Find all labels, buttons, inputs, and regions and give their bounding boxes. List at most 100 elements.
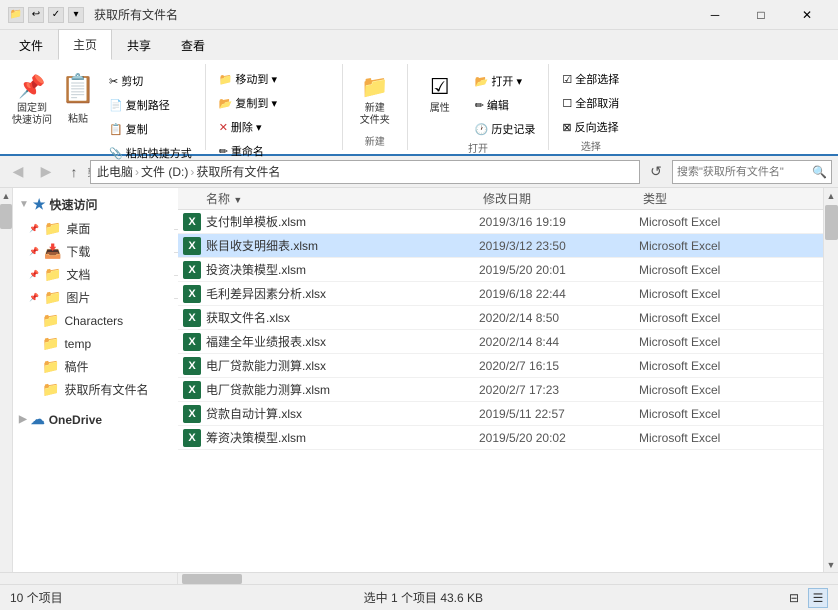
paste-button[interactable]: 📋 bbox=[58, 70, 98, 108]
file-date: 2019/3/16 19:19 bbox=[479, 215, 639, 229]
tab-file[interactable]: 文件 bbox=[4, 30, 58, 60]
copy-to-button[interactable]: 📂 复制到 ▾ bbox=[214, 92, 334, 114]
forward-button: ▶ bbox=[34, 160, 58, 184]
sidebar-item-pictures[interactable]: 📌 📁 图片 → bbox=[13, 286, 190, 309]
sidebar: ▼ ★ 快速访问 📌 📁 桌面 → 📌 📥 下载 → 📌 📁 文档 → bbox=[13, 188, 191, 572]
sidebar-label-getfilenames: 获取所有文件名 bbox=[64, 381, 148, 398]
sidebar-item-characters[interactable]: 📁 Characters bbox=[13, 309, 190, 332]
file-type: Microsoft Excel bbox=[639, 215, 819, 229]
file-name: 账目收支明细表.xlsm bbox=[206, 237, 479, 254]
pin-icon: 📌 bbox=[16, 71, 48, 103]
excel-icon bbox=[183, 429, 201, 447]
file-icon bbox=[182, 428, 202, 448]
sidebar-section-onedrive[interactable]: ▶ ☁ OneDrive bbox=[13, 407, 190, 432]
sidebar-scroll-up[interactable]: ▲ bbox=[0, 190, 12, 202]
move-to-button[interactable]: 📁 移动到 ▾ bbox=[214, 68, 334, 90]
invert-button[interactable]: ⊠ 反向选择 bbox=[557, 116, 623, 138]
scroll-thumb[interactable] bbox=[825, 205, 838, 240]
deselect-button[interactable]: ☐ 全部取消 bbox=[557, 92, 624, 114]
folder-icon4: 📁 bbox=[44, 289, 61, 306]
excel-icon bbox=[183, 357, 201, 375]
col-type[interactable]: 类型 bbox=[639, 190, 819, 207]
refresh-button[interactable]: ↺ bbox=[644, 160, 668, 184]
quick-access-icon1[interactable]: ↩ bbox=[28, 7, 44, 23]
sidebar-item-getfilenames[interactable]: 📁 获取所有文件名 bbox=[13, 378, 190, 401]
file-row[interactable]: 投资决策模型.xlsm2019/5/20 20:01Microsoft Exce… bbox=[178, 258, 823, 282]
file-date: 2020/2/14 8:44 bbox=[479, 335, 639, 349]
pin-indicator3: 📌 bbox=[29, 270, 39, 279]
search-box[interactable]: 🔍 bbox=[672, 160, 832, 184]
file-row[interactable]: 电厂贷款能力测算.xlsm2020/2/7 17:23Microsoft Exc… bbox=[178, 378, 823, 402]
file-name: 毛利差异因素分析.xlsx bbox=[206, 285, 479, 302]
sidebar-item-desktop[interactable]: 📌 📁 桌面 → bbox=[13, 217, 190, 240]
organize-buttons: 📁 移动到 ▾ 📂 复制到 ▾ ✕ 删除 ▾ ✏ 重命名 bbox=[214, 64, 334, 162]
properties-label: 属性 bbox=[430, 103, 450, 115]
onedrive-label: OneDrive bbox=[49, 413, 102, 427]
quick-access-icon3[interactable]: ▾ bbox=[68, 7, 84, 23]
copy-icon: 📋 bbox=[109, 123, 123, 136]
sidebar-item-draft[interactable]: 📁 稿件 bbox=[13, 355, 190, 378]
open-button[interactable]: 📂 打开 ▾ bbox=[470, 70, 541, 92]
cut-button[interactable]: ✂ 剪切 bbox=[104, 70, 197, 92]
tab-home[interactable]: 主页 bbox=[58, 29, 112, 60]
sidebar-label-draft: 稿件 bbox=[64, 358, 88, 375]
expand-icon2: ▶ bbox=[19, 414, 27, 425]
h-scroll-track bbox=[178, 573, 838, 584]
maximize-button[interactable]: □ bbox=[738, 0, 784, 30]
h-scroll-thumb[interactable] bbox=[182, 574, 242, 584]
tab-view[interactable]: 查看 bbox=[166, 30, 220, 60]
file-icon bbox=[182, 308, 202, 328]
path-part-3: 获取所有文件名 bbox=[196, 163, 280, 180]
col-date[interactable]: 修改日期 bbox=[479, 190, 639, 207]
scissors-icon: ✂ bbox=[109, 75, 118, 88]
file-row[interactable]: 获取文件名.xlsx2020/2/14 8:50Microsoft Excel bbox=[178, 306, 823, 330]
window-title: 获取所有文件名 bbox=[94, 6, 178, 23]
file-name: 筹资决策模型.xlsm bbox=[206, 429, 479, 446]
file-icon bbox=[182, 260, 202, 280]
file-row[interactable]: 福建全年业绩报表.xlsx2020/2/14 8:44Microsoft Exc… bbox=[178, 330, 823, 354]
file-scrollbar: ▲ ▼ bbox=[823, 188, 838, 572]
sidebar-label-desktop: 桌面 bbox=[66, 220, 90, 237]
sidebar-section-quickaccess[interactable]: ▼ ★ 快速访问 bbox=[13, 192, 190, 217]
copy-button[interactable]: 📋 复制 bbox=[104, 118, 197, 140]
file-row[interactable]: 支付制单模板.xlsm2019/3/16 19:19Microsoft Exce… bbox=[178, 210, 823, 234]
file-icon bbox=[182, 284, 202, 304]
minimize-button[interactable]: ─ bbox=[692, 0, 738, 30]
properties-button[interactable]: ☑ 属性 bbox=[416, 68, 464, 118]
close-button[interactable]: ✕ bbox=[784, 0, 830, 30]
quick-access-icon2[interactable]: ✓ bbox=[48, 7, 64, 23]
file-area: 名称 ▼ 修改日期 类型 支付制单模板.xlsm2019/3/16 19:19M… bbox=[178, 188, 823, 572]
address-path[interactable]: 此电脑 › 文件 (D:) › 获取所有文件名 bbox=[90, 160, 640, 184]
sidebar-item-temp[interactable]: 📁 temp bbox=[13, 332, 190, 355]
scroll-up-btn[interactable]: ▲ bbox=[824, 188, 838, 203]
file-date: 2019/5/20 20:01 bbox=[479, 263, 639, 277]
edit-label: 编辑 bbox=[487, 97, 509, 113]
copy-label: 复制 bbox=[126, 121, 148, 137]
col-name[interactable]: 名称 ▼ bbox=[202, 190, 479, 207]
file-row[interactable]: 账目收支明细表.xlsm2019/3/12 23:50Microsoft Exc… bbox=[178, 234, 823, 258]
file-row[interactable]: 贷款自动计算.xlsx2019/5/11 22:57Microsoft Exce… bbox=[178, 402, 823, 426]
path-sep-1: › bbox=[135, 165, 139, 179]
copy-to-icon: 📂 bbox=[219, 97, 233, 110]
copy-path-button[interactable]: 📄 复制路径 bbox=[104, 94, 197, 116]
edit-button[interactable]: ✏ 编辑 bbox=[470, 94, 541, 116]
pin-button[interactable]: 📌 固定到快速访问 bbox=[8, 68, 56, 130]
file-row[interactable]: 电厂贷款能力测算.xlsx2020/2/7 16:15Microsoft Exc… bbox=[178, 354, 823, 378]
sidebar-item-downloads[interactable]: 📌 📥 下载 → bbox=[13, 240, 190, 263]
sidebar-item-documents[interactable]: 📌 📁 文档 → bbox=[13, 263, 190, 286]
pin-label: 固定到快速访问 bbox=[12, 103, 52, 127]
history-button[interactable]: 🕐 历史记录 bbox=[470, 118, 541, 140]
select-all-button[interactable]: ☑ 全部选择 bbox=[557, 68, 624, 90]
up-button[interactable]: ↑ bbox=[62, 160, 86, 184]
file-row[interactable]: 筹资决策模型.xlsm2019/5/20 20:02Microsoft Exce… bbox=[178, 426, 823, 450]
new-folder-button[interactable]: 📁 新建文件夹 bbox=[351, 68, 399, 130]
sidebar-scroll-thumb[interactable] bbox=[0, 204, 12, 229]
search-input[interactable] bbox=[677, 166, 810, 178]
tab-share[interactable]: 共享 bbox=[112, 30, 166, 60]
file-rows-container: 支付制单模板.xlsm2019/3/16 19:19Microsoft Exce… bbox=[178, 210, 823, 450]
scroll-down-btn[interactable]: ▼ bbox=[824, 557, 838, 572]
delete-button[interactable]: ✕ 删除 ▾ bbox=[214, 116, 334, 138]
move-to-label: 移动到 ▾ bbox=[235, 71, 277, 87]
delete-label: 删除 ▾ bbox=[231, 119, 262, 135]
file-row[interactable]: 毛利差异因素分析.xlsx2019/6/18 22:44Microsoft Ex… bbox=[178, 282, 823, 306]
